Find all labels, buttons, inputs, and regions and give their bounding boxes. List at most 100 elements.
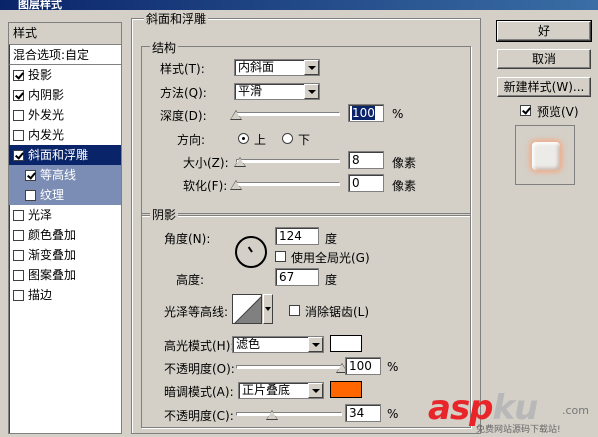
style-item-inner-shadow[interactable]: 内阴影	[9, 85, 121, 105]
depth-label: 深度(D):	[160, 109, 207, 123]
checkbox-contour[interactable]	[25, 169, 36, 181]
shadow-opacity-label: 不透明度(C):	[164, 409, 234, 423]
bevel-style-select[interactable]: 内斜面	[234, 59, 320, 76]
shadow-color-swatch[interactable]	[330, 381, 362, 398]
altitude-value: 67	[279, 270, 295, 284]
chevron-down-icon	[304, 60, 319, 75]
shading-group: 阴影 角度(N): 124 度 使用全局光(G) 高度: 67 度 光泽等高线:…	[141, 206, 471, 428]
angle-value: 124	[279, 229, 302, 243]
size-slider-thumb[interactable]	[234, 157, 247, 167]
checkbox-drop-shadow[interactable]	[13, 69, 24, 81]
technique-select[interactable]: 平滑	[234, 83, 320, 100]
shadow-mode-value: 正片叠底	[242, 383, 291, 397]
style-item-label: 颜色叠加	[28, 228, 77, 242]
altitude-input[interactable]: 67	[275, 268, 319, 286]
ok-button[interactable]: 好	[496, 20, 592, 42]
style-item-contour[interactable]: 等高线	[9, 165, 121, 185]
shadow-opacity-thumb[interactable]	[266, 410, 279, 420]
size-slider-track[interactable]	[236, 159, 340, 163]
style-item-label: 光泽	[28, 208, 53, 222]
highlight-mode-select[interactable]: 滤色	[232, 336, 324, 353]
style-item-label: 外发光	[28, 108, 65, 122]
shadow-mode-select[interactable]: 正片叠底	[238, 382, 324, 399]
style-item-satin[interactable]: 光泽	[9, 205, 121, 225]
highlight-opacity-input[interactable]: 100	[345, 357, 381, 375]
style-item-drop-shadow[interactable]: 投影	[9, 65, 121, 85]
checkbox-stroke[interactable]	[13, 289, 24, 301]
depth-input[interactable]: 100	[348, 104, 384, 122]
style-preview-thumbnail	[515, 125, 575, 185]
highlight-opacity-track[interactable]	[236, 365, 342, 369]
style-item-gradient-overlay[interactable]: 渐变叠加	[9, 245, 121, 265]
global-light-checkbox[interactable]	[275, 251, 286, 262]
style-list-header[interactable]: 样式	[9, 23, 121, 45]
antialias-checkbox[interactable]	[289, 305, 300, 316]
global-light-label: 使用全局光(G)	[291, 251, 370, 265]
highlight-mode-label: 高光模式(H):	[164, 339, 235, 353]
chevron-down-icon	[308, 337, 323, 352]
direction-down-radio[interactable]	[282, 133, 293, 144]
style-item-stroke[interactable]: 描边	[9, 285, 121, 305]
depth-slider-thumb[interactable]	[230, 110, 242, 120]
angle-label: 角度(N):	[164, 232, 211, 246]
shadow-opacity-input[interactable]: 34	[345, 404, 381, 422]
blend-options-item[interactable]: 混合选项:自定	[9, 45, 121, 65]
altitude-unit: 度	[325, 273, 338, 287]
style-item-label: 渐变叠加	[28, 248, 77, 262]
preview-swatch	[532, 142, 560, 170]
style-item-outer-glow[interactable]: 外发光	[9, 105, 121, 125]
window-title: 图层样式	[18, 0, 62, 10]
soften-unit: 像素	[392, 179, 417, 193]
preview-label: 预览(V)	[537, 105, 579, 119]
checkbox-inner-glow[interactable]	[13, 129, 24, 141]
new-style-button[interactable]: 新建样式(W)...	[497, 77, 591, 97]
bevel-style-value: 内斜面	[238, 60, 275, 74]
watermark-dotcom: .com	[562, 404, 589, 417]
checkbox-outer-glow[interactable]	[13, 109, 24, 121]
depth-unit: %	[392, 107, 404, 121]
style-item-bevel-emboss[interactable]: 斜面和浮雕	[9, 145, 121, 165]
depth-slider-track[interactable]	[236, 112, 340, 116]
direction-up-radio[interactable]	[238, 133, 249, 144]
style-item-label: 斜面和浮雕	[28, 148, 89, 162]
size-value: 8	[352, 153, 360, 167]
style-item-inner-glow[interactable]: 内发光	[9, 125, 121, 145]
style-item-color-overlay[interactable]: 颜色叠加	[9, 225, 121, 245]
checkbox-color-overlay[interactable]	[13, 229, 24, 241]
checkbox-satin[interactable]	[13, 209, 24, 221]
gloss-contour-label: 光泽等高线:	[164, 305, 229, 319]
soften-slider-thumb[interactable]	[230, 180, 242, 190]
highlight-color-swatch[interactable]	[330, 335, 362, 352]
checkbox-inner-shadow[interactable]	[13, 89, 24, 101]
style-item-pattern-overlay[interactable]: 图案叠加	[9, 265, 121, 285]
cancel-button[interactable]: 取消	[497, 49, 591, 69]
altitude-label: 高度:	[176, 273, 205, 287]
checkbox-pattern-overlay[interactable]	[13, 269, 24, 281]
gloss-contour-preview[interactable]	[232, 294, 262, 324]
size-input[interactable]: 8	[348, 151, 384, 169]
antialias-label: 消除锯齿(L)	[305, 305, 370, 319]
style-label: 样式(T):	[160, 62, 205, 76]
chevron-down-icon	[308, 383, 323, 398]
gloss-contour-dropdown[interactable]	[263, 294, 273, 324]
angle-unit: 度	[325, 232, 338, 246]
style-list: 样式 混合选项:自定 投影 内阴影 外发光 内发光 斜面和浮雕 等高线 纹理 光…	[8, 22, 122, 434]
size-unit: 像素	[392, 156, 417, 170]
preview-checkbox[interactable]	[520, 105, 531, 116]
shadow-mode-label: 暗调模式(A):	[164, 385, 234, 399]
bevel-section-title: 斜面和浮雕	[144, 10, 209, 27]
style-item-texture[interactable]: 纹理	[9, 185, 121, 205]
checkbox-texture[interactable]	[25, 189, 36, 201]
angle-input[interactable]: 124	[275, 227, 319, 245]
style-item-label: 投影	[28, 68, 53, 82]
checkbox-gradient-overlay[interactable]	[13, 249, 24, 261]
shadow-opacity-track[interactable]	[236, 412, 342, 416]
technique-value: 平滑	[238, 84, 263, 98]
depth-value: 100	[352, 106, 375, 120]
soften-slider-track[interactable]	[236, 182, 340, 186]
watermark-tagline: 免费网站源码下载站!	[476, 425, 561, 435]
technique-label: 方法(Q):	[160, 86, 207, 100]
soften-input[interactable]: 0	[348, 174, 384, 192]
window-titlebar: 图层样式	[0, 0, 598, 10]
checkbox-bevel-emboss[interactable]	[13, 149, 24, 161]
